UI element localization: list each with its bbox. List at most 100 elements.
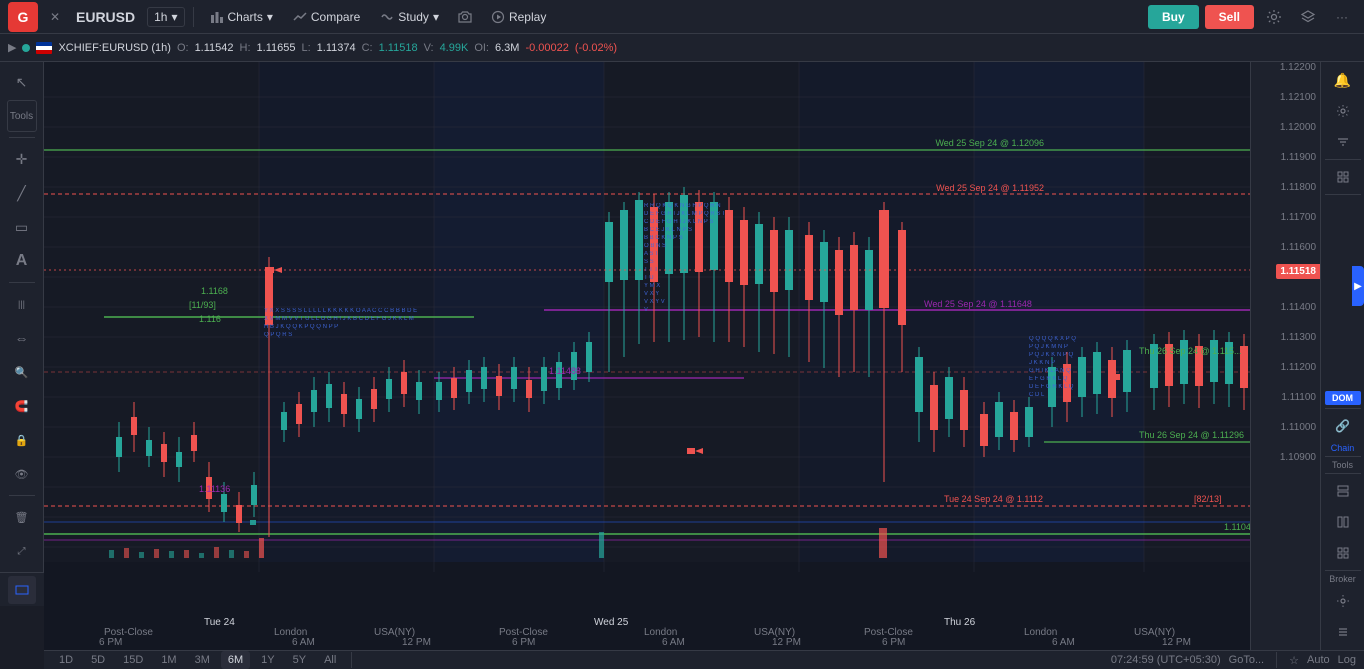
alert-icon[interactable]: 🔔 (1329, 66, 1357, 94)
buy-button[interactable]: Buy (1148, 5, 1199, 29)
compare-icon (293, 10, 307, 24)
chart-wrapper: Wed 25 Sep 24 @ 1.12096 [13/83] Wed 25 S… (44, 62, 1364, 572)
goto-label[interactable]: GoTo... (1229, 654, 1264, 666)
symbol-full: XCHIEF:EURUSD (1h) (58, 42, 170, 54)
settings-icon[interactable] (1260, 3, 1288, 31)
left-toolbar: ↖ Tools ✛ ╱ ▭ A ||| ⇔ 🔍 🧲 🔒 👁 🗑 ⤢ (0, 62, 44, 572)
svg-text:1.1104: 1.1104 (1224, 522, 1250, 532)
settings2-icon[interactable] (1329, 97, 1357, 125)
svg-text:D E F G H K L Q: D E F G H K L Q (1029, 384, 1074, 390)
svg-text:Tue 24 Sep 24 @ 1.1112: Tue 24 Sep 24 @ 1.1112 (944, 494, 1043, 504)
svg-text:B B C K N P S: B B C K N P S (644, 235, 683, 241)
ohlc-infobar: ▶ XCHIEF:EURUSD (1h) O: 1.11542 H: 1.116… (0, 34, 1364, 62)
broker-settings-icon[interactable] (1329, 587, 1357, 615)
lock-tool[interactable]: 🔒 (6, 424, 38, 456)
period-1y[interactable]: 1Y (254, 651, 281, 669)
magnet-tool[interactable]: 🧲 (6, 390, 38, 422)
open-value: 1.11542 (195, 42, 234, 54)
main-area: ↖ Tools ✛ ╱ ▭ A ||| ⇔ 🔍 🧲 🔒 👁 🗑 ⤢ (0, 62, 1364, 572)
broker-label[interactable]: Broker (1329, 574, 1356, 584)
time-6am-2: 6 AM (662, 637, 685, 648)
close-value: 1.11518 (379, 42, 418, 54)
period-3m[interactable]: 3M (188, 651, 217, 669)
separator-3 (9, 495, 35, 496)
period-5d[interactable]: 5D (84, 651, 112, 669)
time-12pm-3: 12 PM (1162, 637, 1191, 648)
more-icon[interactable]: ··· (1328, 3, 1356, 31)
replay-button[interactable]: Replay (483, 6, 554, 28)
grid2-icon[interactable] (1329, 477, 1357, 505)
svg-text:1.11488: 1.11488 (549, 366, 581, 376)
auto-label[interactable]: Auto (1307, 654, 1330, 666)
panel-sep-2 (1325, 194, 1361, 195)
svg-text:J K K N P: J K K N P (1029, 360, 1055, 366)
svg-text:Wed 25 Sep 24 @ 1.12096: Wed 25 Sep 24 @ 1.12096 (935, 138, 1044, 148)
period-1m[interactable]: 1M (154, 651, 183, 669)
expand-icon[interactable]: ⤢ (6, 535, 38, 567)
eye-tool[interactable]: 👁 (6, 458, 38, 490)
camera-button[interactable] (451, 3, 479, 31)
grid1-icon[interactable] (1329, 163, 1357, 191)
period-all[interactable]: All (317, 651, 343, 669)
period-15d[interactable]: 15D (116, 651, 150, 669)
current-price-badge: 1.11518 (1276, 264, 1320, 279)
filter-icon[interactable] (1329, 128, 1357, 156)
layers-icon[interactable] (1294, 3, 1322, 31)
svg-text:G H I K L A N Q: G H I K L A N Q (1029, 368, 1071, 374)
period-1d[interactable]: 1D (52, 651, 80, 669)
period-6m[interactable]: 6M (221, 651, 250, 669)
dom-badge[interactable]: DOM (1325, 391, 1361, 405)
replay-icon (491, 10, 505, 24)
timeframe-selector[interactable]: 1h ▾ (147, 7, 184, 27)
broker-list-icon[interactable] (1329, 618, 1357, 646)
tools-label[interactable]: Tools (1332, 460, 1353, 470)
divider-1 (193, 7, 194, 27)
chart-svg: Wed 25 Sep 24 @ 1.12096 [13/83] Wed 25 S… (44, 62, 1250, 650)
grid3-icon[interactable] (1329, 508, 1357, 536)
panel-sep-5 (1325, 473, 1361, 474)
svg-text:E F G H K L Q: E F G H K L Q (1029, 376, 1068, 382)
close-icon[interactable]: ✕ (46, 8, 64, 26)
price-level-12: 1.11000 (1281, 422, 1316, 433)
period-divider-2 (1276, 652, 1277, 668)
compare-button[interactable]: Compare (285, 6, 368, 28)
grid4-icon[interactable] (1329, 539, 1357, 567)
fib-tool[interactable]: ||| (6, 288, 38, 320)
date-thu-26: Thu 26 (944, 617, 975, 628)
crosshair-tool[interactable]: ✛ (6, 143, 38, 175)
svg-text:T T T: T T T (644, 267, 658, 273)
svg-text:C D L: C D L (1029, 392, 1045, 398)
svg-text:P Q J K M N P: P Q J K M N P (1029, 344, 1068, 350)
chart-canvas[interactable]: Wed 25 Sep 24 @ 1.12096 [13/83] Wed 25 S… (44, 62, 1250, 650)
svg-text:Thu 26 Sep 24 @ 1.115...: Thu 26 Sep 24 @ 1.115... (1139, 346, 1242, 356)
symbol-display[interactable]: EURUSD (76, 9, 135, 25)
tools-icon[interactable]: Tools (7, 100, 37, 132)
trash-tool[interactable]: 🗑 (6, 501, 38, 533)
measure-tool[interactable]: ⇔ (6, 322, 38, 354)
svg-text:V X Y V: V X Y V (644, 299, 665, 305)
chain-label[interactable]: Chain (1331, 443, 1355, 453)
svg-text:[82/13]: [82/13] (1194, 494, 1222, 504)
svg-text:Q Q Q Q K X P Q: Q Q Q Q K X P Q (1029, 336, 1076, 342)
price-level-9: 1.11300 (1281, 332, 1316, 343)
chart-type-bar[interactable] (8, 576, 36, 604)
collapse-arrow[interactable]: ▶ (1352, 266, 1364, 306)
charts-button[interactable]: Charts ▾ (202, 6, 281, 28)
svg-text:P Q J K K N P Q: P Q J K K N P Q (1029, 352, 1073, 358)
link-icon[interactable]: 🔗 (1329, 412, 1357, 440)
time-12pm-2: 12 PM (772, 637, 801, 648)
svg-text:C D E F G H I J K L N P S: C D E F G H I J K L N P S (644, 219, 713, 225)
log-label[interactable]: Log (1338, 654, 1356, 666)
trendline-tool[interactable]: ╱ (6, 177, 38, 209)
cursor-tool[interactable]: ↖ (6, 66, 38, 98)
star-icon[interactable]: ☆ (1289, 654, 1299, 667)
svg-text:D E F G H I J K L M P Q R S T: D E F G H I J K L M P Q R S T (644, 211, 726, 217)
sell-button[interactable]: Sell (1205, 5, 1254, 29)
zoom-tool[interactable]: 🔍 (6, 356, 38, 388)
text-tool[interactable]: A (6, 245, 38, 277)
rectangle-tool[interactable]: ▭ (6, 211, 38, 243)
study-button[interactable]: Study ▾ (372, 6, 447, 28)
expand-arrow[interactable]: ▶ (8, 41, 16, 54)
price-level-11: 1.11100 (1281, 392, 1316, 403)
period-5y[interactable]: 5Y (286, 651, 313, 669)
